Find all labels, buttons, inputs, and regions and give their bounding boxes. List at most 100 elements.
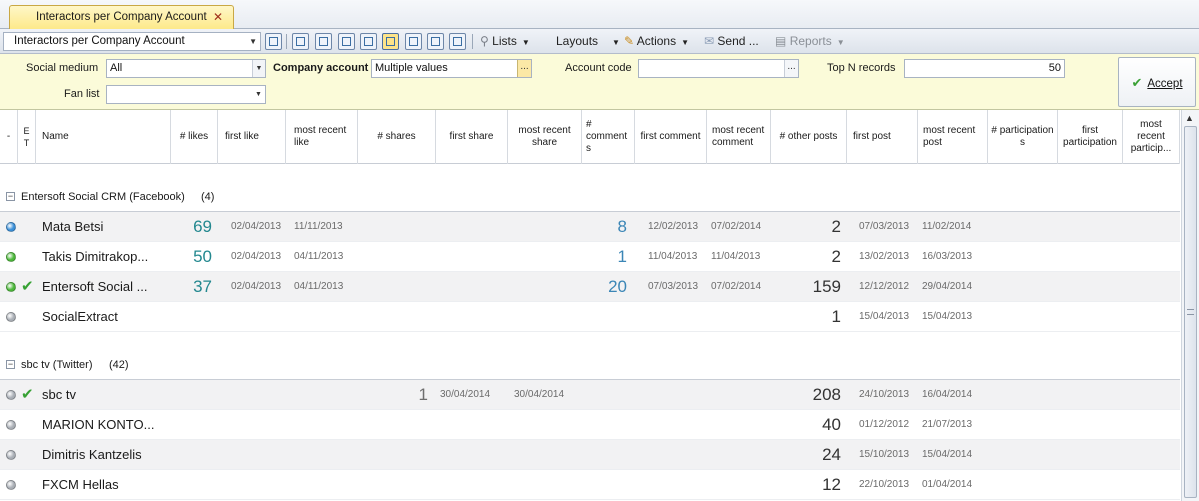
print-preview-icon[interactable] [405, 33, 422, 50]
cell-comments [582, 470, 627, 500]
column-header-et[interactable]: E T [18, 110, 36, 164]
collapse-group-icon[interactable]: − [6, 192, 15, 201]
top-n-records-input[interactable]: 50 [904, 59, 1065, 78]
customize-view-icon[interactable] [265, 33, 282, 50]
table-row[interactable]: Mata Betsi 69 02/04/2013 11/11/2013 8 12/02/2… [0, 212, 1180, 242]
cell-recent-comment [711, 470, 771, 500]
edit-record-icon[interactable] [315, 33, 332, 50]
column-header-participations[interactable]: # participation s [988, 110, 1058, 164]
cell-first-share [440, 242, 504, 272]
view-selector-combo[interactable]: Interactors per Company Account ▼ [3, 32, 261, 51]
column-header-other-posts[interactable]: # other posts [771, 110, 847, 164]
table-row[interactable]: SocialExtract 1 15/04/2013 15/04/2013 [0, 302, 1180, 332]
properties-icon[interactable] [338, 33, 355, 50]
send-menu-label: Send ... [717, 34, 759, 48]
new-record-icon[interactable] [292, 33, 309, 50]
cell-recent-post: 11/02/2014 [922, 221, 972, 232]
group-header[interactable]: − Entersoft Social CRM (Facebook) (4) [0, 182, 1180, 212]
export-icon[interactable] [449, 33, 466, 50]
group-title: Entersoft Social CRM (Facebook) [21, 191, 185, 203]
lists-menu[interactable]: ⚲ Lists ▼ [480, 29, 530, 55]
cell-first-like: 02/04/2013 [231, 221, 282, 232]
column-header-comments[interactable]: # comment s [582, 110, 635, 164]
table-row[interactable]: ✔ Entersoft Social ... 37 02/04/2013 04/11/2… [0, 272, 1180, 302]
status-dot-icon [6, 480, 16, 490]
cell-shares [358, 212, 428, 242]
row-name: Mata Betsi [42, 219, 104, 234]
cell-first-comment [648, 440, 708, 470]
company-account-field[interactable]: Multiple values ... [371, 59, 532, 78]
collapse-group-icon[interactable]: − [6, 360, 15, 369]
table-row[interactable]: Dimitris Kantzelis 24 15/10/2013 15/04/2014 [0, 440, 1180, 470]
row-name: sbc tv [42, 387, 76, 402]
lists-menu-label: Lists [492, 34, 517, 48]
chevron-down-icon: ▼ [681, 38, 690, 47]
group-header[interactable]: − sbc tv (Twitter) (42) [0, 350, 1180, 380]
column-header-first-post[interactable]: first post [847, 110, 918, 164]
accept-button[interactable]: ✔ Accept [1118, 57, 1196, 107]
cell-recent-like: 04/11/2013 [294, 281, 344, 292]
column-header-first-share[interactable]: first share [436, 110, 508, 164]
column-header-first-like[interactable]: first like [218, 110, 286, 164]
cell-recent-share [514, 410, 576, 440]
cell-first-share [440, 212, 504, 242]
send-menu[interactable]: ✉ Send ... [704, 29, 759, 54]
cell-shares [358, 410, 428, 440]
cell-likes [171, 302, 212, 332]
filter-panel: Social medium All ▼ Company account Mult… [0, 54, 1199, 110]
table-row[interactable]: ✔ sbc tv 1 30/04/2014 30/04/2014 208 24/10/201… [0, 380, 1180, 410]
chart-icon[interactable] [427, 33, 444, 50]
browse-ellipsis-button[interactable]: ... [784, 60, 798, 77]
social-medium-select[interactable]: All ▼ [106, 59, 266, 78]
column-header-shares[interactable]: # shares [358, 110, 436, 164]
column-header-likes[interactable]: # likes [171, 110, 218, 164]
reports-menu[interactable]: ▤ Reports ▼ [775, 29, 845, 55]
fan-list-label: Fan list [64, 88, 100, 100]
column-header-most-recent-post[interactable]: most recent post [918, 110, 988, 164]
cell-first-post: 22/10/2013 [859, 479, 910, 490]
scroll-up-arrow-icon[interactable]: ▲ [1185, 113, 1194, 123]
table-row[interactable]: FXCM Hellas 12 22/10/2013 01/04/2014 [0, 470, 1180, 500]
column-header-first-comment[interactable]: first comment [635, 110, 707, 164]
table-row[interactable]: MARION KONTO... 40 01/12/2012 21/07/2013 [0, 410, 1180, 440]
cell-recent-share [514, 470, 576, 500]
column-header-most-recent-share[interactable]: most recent share [508, 110, 582, 164]
cell-first-comment [648, 410, 708, 440]
cell-first-post: 24/10/2013 [859, 389, 910, 400]
grid-view-icon[interactable] [382, 33, 399, 50]
cell-recent-post: 01/04/2014 [922, 479, 973, 490]
column-header-most-recent-comment[interactable]: most recent comment [707, 110, 771, 164]
cell-first-post: 15/10/2013 [859, 449, 910, 460]
cell-first-comment [648, 302, 708, 332]
vertical-scrollbar[interactable]: ▲ [1181, 110, 1199, 501]
table-view-icon[interactable] [360, 33, 377, 50]
scrollbar-thumb[interactable] [1184, 126, 1197, 498]
layouts-menu[interactable]: Layouts ▼ [556, 29, 620, 55]
actions-icon: ✎ [624, 34, 635, 48]
cell-comments [582, 380, 627, 410]
cell-first-share [440, 302, 504, 332]
chevron-down-icon: ▼ [252, 86, 265, 103]
column-header-expand[interactable]: - [0, 110, 18, 164]
column-header-name[interactable]: Name [36, 110, 171, 164]
company-account-label: Company account [273, 62, 369, 74]
cell-first-share [440, 440, 504, 470]
fan-list-select[interactable]: ▼ [106, 85, 266, 104]
account-code-field[interactable]: ... [638, 59, 799, 78]
cell-recent-like [294, 470, 356, 500]
column-header-most-recent-like[interactable]: most recent like [286, 110, 358, 164]
row-name: FXCM Hellas [42, 477, 119, 492]
cell-first-like [231, 470, 291, 500]
cell-recent-like [294, 410, 356, 440]
column-header-most-recent-participation[interactable]: most recent particip... [1123, 110, 1180, 164]
tab-interactors-per-company-account[interactable]: Interactors per Company Account ✕ [9, 5, 234, 29]
chevron-down-icon: ▼ [521, 38, 530, 47]
tab-title: Interactors per Company Account [36, 11, 207, 23]
table-row[interactable]: Takis Dimitrakop... 50 02/04/2013 04/11/201… [0, 242, 1180, 272]
column-header-first-participation[interactable]: first participation [1058, 110, 1123, 164]
close-tab-icon[interactable]: ✕ [213, 6, 223, 28]
browse-ellipsis-button[interactable]: ... [517, 60, 531, 77]
actions-menu[interactable]: ✎ Actions ▼ [624, 29, 689, 55]
cell-first-share: 30/04/2014 [440, 389, 491, 400]
grip-icon [1187, 309, 1194, 315]
